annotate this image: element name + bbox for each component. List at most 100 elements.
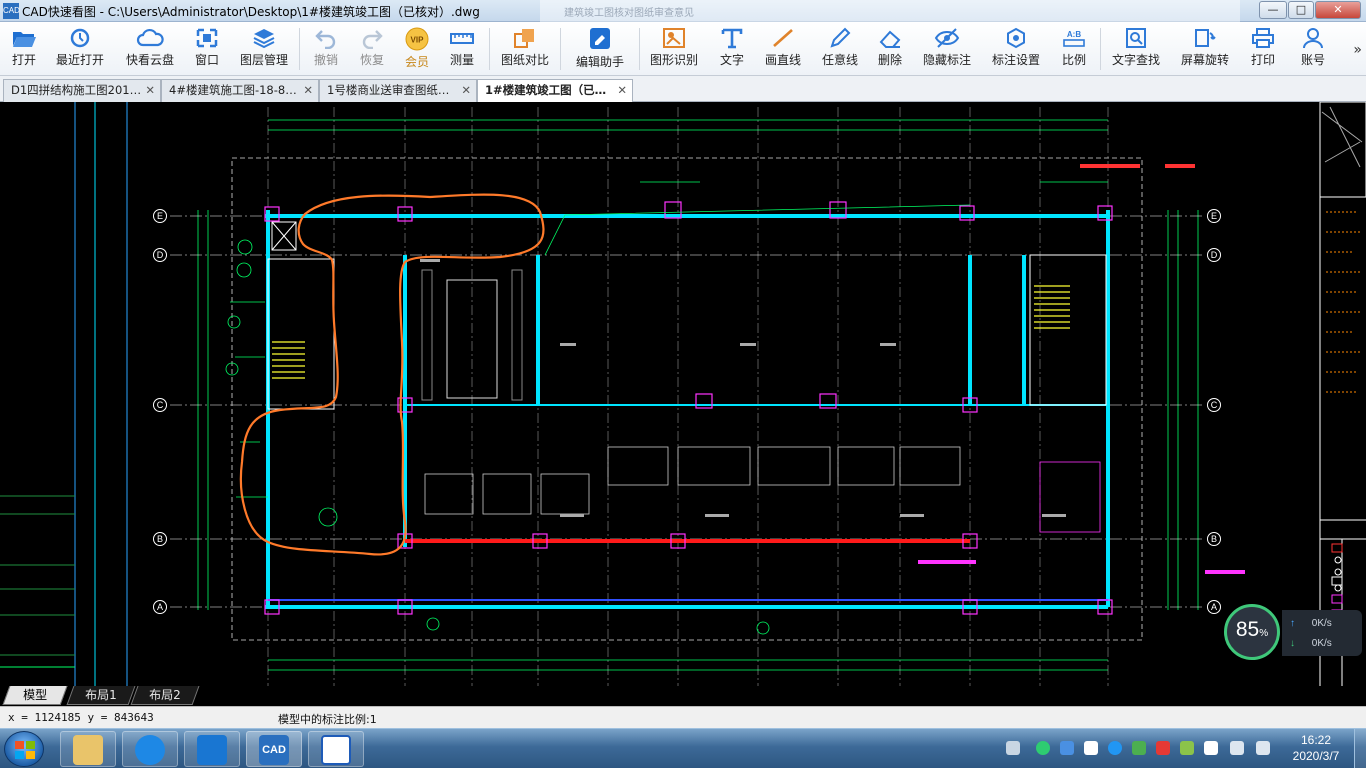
edit-assistant-button[interactable]: 编辑助手 bbox=[568, 24, 632, 74]
browser-icon bbox=[135, 735, 165, 765]
tab-document-3[interactable]: 1号楼商业送审查图纸… ✕ bbox=[319, 79, 477, 102]
shape-recognize-button[interactable]: 图形识别 bbox=[642, 24, 706, 74]
text-icon bbox=[721, 28, 743, 49]
grid-bubble-left-D: D bbox=[153, 248, 167, 262]
upload-rate: ↑ 0K/s bbox=[1290, 618, 1332, 629]
cad-app-icon: CAD bbox=[259, 735, 289, 765]
taskbar-browser[interactable] bbox=[122, 731, 178, 767]
taskbar-file-explorer[interactable] bbox=[60, 731, 116, 767]
find-text-button[interactable]: 文字查找 bbox=[1104, 24, 1168, 74]
wechat-icon[interactable] bbox=[1036, 741, 1050, 755]
windows-logo-icon bbox=[15, 741, 35, 759]
shield-icon[interactable] bbox=[1084, 741, 1098, 755]
eraser-icon bbox=[879, 30, 901, 48]
close-button[interactable]: ✕ bbox=[1315, 1, 1361, 19]
network-tool-icon[interactable] bbox=[1156, 741, 1170, 755]
printer-icon bbox=[1252, 28, 1274, 48]
account-label: 账号 bbox=[1300, 53, 1325, 67]
grid-bubble-right-A: A bbox=[1207, 600, 1221, 614]
line-icon bbox=[773, 29, 793, 47]
grid-bubble-right-B: B bbox=[1207, 532, 1221, 546]
line-button[interactable]: 画直线 bbox=[751, 24, 815, 74]
annotation-settings-button[interactable]: 标注设置 bbox=[984, 24, 1048, 74]
cad-viewer-window: CAD CAD快速看图 - C:\Users\Administrator\Des… bbox=[0, 0, 1366, 768]
tab-document-2[interactable]: 4#楼建筑施工图-18-8… ✕ bbox=[161, 79, 319, 102]
grid-bubble-left-C: C bbox=[153, 398, 167, 412]
tab-close-icon[interactable]: ✕ bbox=[461, 80, 471, 101]
scale-icon: A:B bbox=[1063, 30, 1085, 47]
security-icon[interactable] bbox=[1132, 741, 1146, 755]
hide-annotation-button[interactable]: 隐藏标注 bbox=[915, 24, 979, 74]
toolbar-separator bbox=[489, 28, 490, 70]
folder-open-icon bbox=[13, 32, 36, 47]
window-label: 窗口 bbox=[194, 53, 219, 67]
rotate-screen-button[interactable]: 屏幕旋转 bbox=[1173, 24, 1237, 74]
layout-tab-model[interactable]: 模型 bbox=[2, 686, 68, 705]
windows-taskbar: CAD 16:22 2020/3/7 bbox=[0, 728, 1366, 768]
battery-icon[interactable] bbox=[1180, 741, 1194, 755]
vip-badge-icon: VIP bbox=[405, 27, 429, 51]
folder-icon bbox=[73, 735, 103, 765]
settings-icon bbox=[1007, 27, 1025, 49]
maximize-button[interactable]: □ bbox=[1288, 1, 1314, 19]
layout-tab-layout2[interactable]: 布局2 bbox=[130, 686, 200, 705]
compare-label: 图纸对比 bbox=[500, 53, 549, 67]
device-icon[interactable] bbox=[1204, 741, 1218, 755]
right-title-block bbox=[1319, 102, 1366, 686]
download-rate: ↓ 0K/s bbox=[1290, 638, 1332, 649]
user-icon bbox=[1303, 28, 1323, 49]
account-button[interactable]: 账号 bbox=[1281, 24, 1345, 74]
delete-button[interactable]: 删除 bbox=[858, 24, 922, 74]
bluetooth-icon[interactable] bbox=[1060, 741, 1074, 755]
recent-button[interactable]: 最近打开 bbox=[48, 24, 112, 74]
volume-icon[interactable] bbox=[1256, 741, 1270, 755]
undo-icon bbox=[315, 30, 336, 49]
tab-close-icon[interactable]: ✕ bbox=[145, 80, 155, 101]
drawing-canvas[interactable]: E D C B A E D C B A ↑ 0K/s ↓ 0K/s 85% bbox=[0, 102, 1366, 686]
taskbar-word[interactable] bbox=[308, 731, 364, 767]
layers-button[interactable]: 图层管理 bbox=[232, 24, 296, 74]
building-outline bbox=[231, 157, 1143, 641]
redo-icon bbox=[362, 30, 383, 49]
taskbar-cad-viewer[interactable]: CAD bbox=[246, 731, 302, 767]
sync-icon[interactable] bbox=[1108, 741, 1122, 755]
taskbar-text-tool[interactable] bbox=[184, 731, 240, 767]
scale-button[interactable]: A:B 比例 bbox=[1042, 24, 1106, 74]
history-icon bbox=[70, 28, 90, 48]
speed-rates-panel: ↑ 0K/s ↓ 0K/s bbox=[1282, 610, 1362, 656]
download-rate-value: 0K/s bbox=[1311, 638, 1332, 649]
window-button[interactable]: 窗口 bbox=[175, 24, 239, 74]
toolbar-separator bbox=[560, 28, 561, 70]
grid-bubble-right-E: E bbox=[1207, 209, 1221, 223]
cloud-button[interactable]: 快看云盘 bbox=[118, 24, 182, 74]
background-window-ghost: 建筑竣工图核对图纸审查意见 bbox=[540, 0, 1240, 22]
compare-button[interactable]: 图纸对比 bbox=[493, 24, 557, 74]
annotation-settings-label: 标注设置 bbox=[991, 53, 1040, 67]
horizontal-grid-axes bbox=[170, 215, 1205, 608]
taskbar-clock[interactable]: 16:22 2020/3/7 bbox=[1286, 732, 1346, 764]
measure-label: 测量 bbox=[449, 53, 474, 67]
signal-icon[interactable] bbox=[1230, 741, 1244, 755]
toolbar-overflow-button[interactable]: » bbox=[1353, 42, 1362, 58]
review-annotation-stroke bbox=[239, 193, 545, 556]
recent-label: 最近打开 bbox=[55, 53, 104, 67]
clock-time: 16:22 bbox=[1300, 733, 1332, 747]
keyboard-icon[interactable] bbox=[1006, 741, 1020, 755]
toolbar-separator bbox=[639, 28, 640, 70]
tab-close-icon[interactable]: ✕ bbox=[303, 80, 313, 101]
tab-label: D1四拼结构施工图201… bbox=[11, 83, 142, 97]
layout-tab-layout1[interactable]: 布局1 bbox=[66, 686, 136, 705]
measure-button[interactable]: 测量 bbox=[430, 24, 494, 74]
download-arrow-icon: ↓ bbox=[1290, 638, 1295, 649]
pencil-icon bbox=[830, 27, 851, 48]
tab-document-1[interactable]: D1四拼结构施工图201… ✕ bbox=[3, 79, 161, 102]
tab-document-4-active[interactable]: 1#楼建筑竣工图（已… ✕ bbox=[477, 79, 633, 102]
workstations bbox=[424, 446, 1101, 533]
layers-label: 图层管理 bbox=[239, 53, 288, 67]
network-speed-widget[interactable]: ↑ 0K/s ↓ 0K/s 85% bbox=[1224, 604, 1366, 662]
line-label: 画直线 bbox=[764, 53, 801, 67]
show-desktop-button[interactable] bbox=[1354, 729, 1366, 768]
minimize-button[interactable]: — bbox=[1259, 1, 1287, 19]
tab-close-icon[interactable]: ✕ bbox=[617, 80, 627, 101]
start-button[interactable] bbox=[4, 731, 44, 767]
